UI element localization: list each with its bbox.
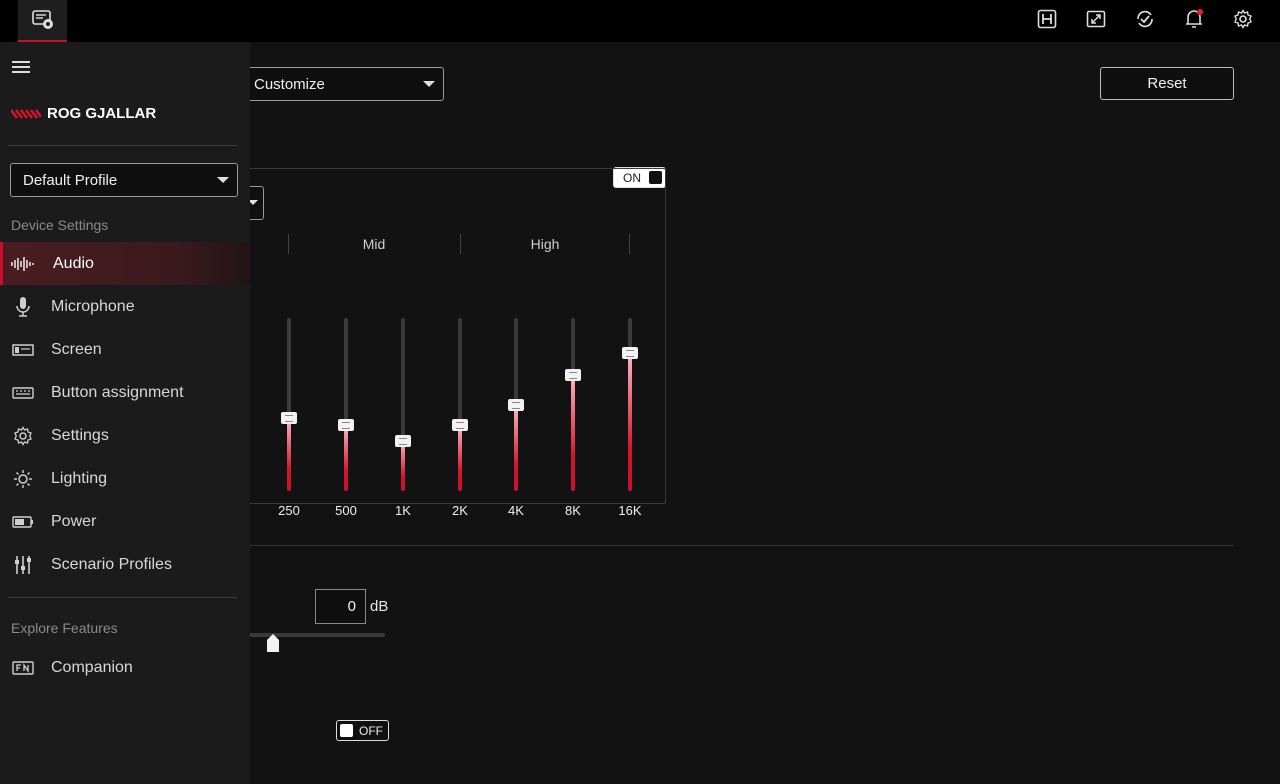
sidebar-item-label: Companion [51,658,133,676]
headset-device-icon [31,10,53,29]
eq-slider-fill [458,425,462,491]
toggle-knob [340,724,353,737]
gain-slider-thumb[interactable] [267,634,279,652]
eq-mode-select-value: Customize [254,75,325,93]
device-tab[interactable] [18,0,67,42]
gain-db-unit: dB [370,598,389,615]
battery-icon [11,511,35,533]
chevron-down-icon [423,81,435,87]
sidebar-item-label: Lighting [51,469,108,487]
lighting-icon [11,468,35,490]
bottom-toggle[interactable]: OFF [336,720,389,741]
eq-slider-thumb-250[interactable] [281,412,297,425]
sidebar-item-label: Settings [51,426,109,444]
audio-waveform-icon [11,253,35,275]
sidebar: ROG GJALLAR Default Profile Device Setti… [0,42,250,784]
eq-slider-fill [571,375,575,491]
keyboard-icon [11,382,35,404]
profile-select-value: Default Profile [23,171,118,189]
reset-button[interactable]: Reset [1100,67,1234,100]
band-separator [460,234,461,254]
eq-frequency-label: 16K [618,503,642,518]
sidebar-item-label: Scenario Profiles [51,555,172,573]
sidebar-item-scenario-profiles[interactable]: Scenario Profiles [0,543,250,586]
sidebar-item-label: Microphone [51,297,135,315]
fn-companion-icon [11,657,35,679]
screen-icon [11,339,35,361]
brand: ROG GJALLAR [11,105,156,122]
eq-slider-thumb-500[interactable] [338,419,354,432]
eq-slider-thumb-1k[interactable] [395,434,411,447]
rog-logo-icon [11,108,41,119]
armoury-h-icon[interactable] [1034,6,1060,32]
sidebar-item-microphone[interactable]: Microphone [0,285,250,328]
eq-frequency-label: 500 [335,503,357,518]
window-resize-icon[interactable] [1083,6,1109,32]
notification-bell-icon[interactable] [1181,6,1207,32]
sidebar-item-label: Screen [51,340,102,358]
bottom-toggle-label: OFF [359,723,383,738]
eq-slider-fill [628,352,632,491]
band-separator [288,234,289,254]
sidebar-item-button-assignment[interactable]: Button assignment [0,371,250,414]
eq-slider-fill [401,440,405,491]
gain-db-input[interactable]: 0 [315,589,366,624]
band-separator [629,234,630,254]
explore-features-label: Explore Features [11,620,118,636]
sidebar-item-label: Button assignment [51,383,184,401]
eq-frequency-label: 2K [452,503,468,518]
hamburger-menu-icon[interactable] [12,61,32,75]
eq-slider-fill [287,418,291,491]
sidebar-divider [8,597,237,598]
gear-icon [11,425,35,447]
update-check-icon[interactable] [1132,6,1158,32]
device-settings-label: Device Settings [11,217,109,233]
eq-slider-fill [514,404,518,491]
sidebar-item-label: Power [51,512,97,530]
eq-frequency-label: 8K [565,503,581,518]
equalizer-panel [200,168,666,504]
band-label-mid: Mid [362,236,386,252]
sidebar-item-label: Audio [53,254,94,272]
section-divider [200,545,1234,546]
eq-slider-thumb-8k[interactable] [565,369,581,382]
microphone-icon [11,296,35,318]
sidebar-item-screen[interactable]: Screen [0,328,250,371]
sidebar-item-audio[interactable]: Audio [0,242,250,285]
profile-select[interactable]: Default Profile [10,163,238,197]
sidebar-divider [8,145,237,146]
eq-slider-fill [344,425,348,491]
eq-frequency-label: 250 [278,503,300,518]
chevron-down-icon [217,177,229,183]
top-bar [0,0,1280,42]
eq-slider-thumb-16k[interactable] [622,346,638,359]
eq-slider-thumb-4k[interactable] [508,398,524,411]
sidebar-item-companion[interactable]: Companion [0,646,250,689]
settings-gear-icon[interactable] [1230,6,1256,32]
eq-frequency-label: 1K [395,503,411,518]
sidebar-item-power[interactable]: Power [0,500,250,543]
sidebar-item-lighting[interactable]: Lighting [0,457,250,500]
eq-slider-thumb-2k[interactable] [452,419,468,432]
sliders-icon [11,554,35,576]
band-label-high: High [530,236,560,252]
sidebar-item-settings[interactable]: Settings [0,414,250,457]
eq-frequency-label: 4K [508,503,524,518]
device-name: ROG GJALLAR [47,105,157,122]
